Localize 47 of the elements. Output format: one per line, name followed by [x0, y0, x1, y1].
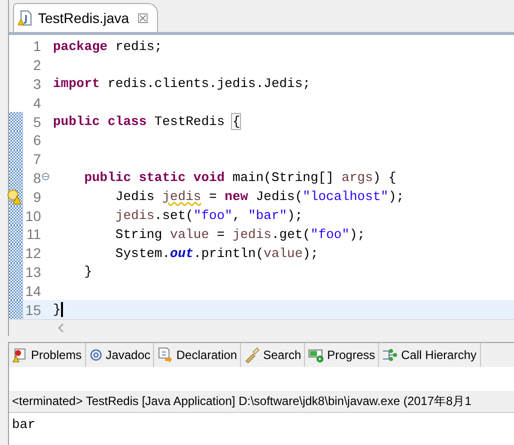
line-number: 14: [24, 282, 41, 299]
problems-icon: [12, 346, 28, 363]
code-line: System.out.println(value);: [114, 246, 318, 261]
code-line: public static void main(String[] args) {: [83, 170, 396, 186]
line-number: 8: [32, 170, 41, 186]
line-number: 10: [24, 208, 41, 224]
line-number: 9: [32, 188, 41, 205]
console-output: bar: [11, 416, 36, 434]
horizontal-scrollbar[interactable]: [9, 318, 514, 336]
change-marker: [9, 281, 23, 300]
change-marker: [9, 130, 23, 150]
code-line: jedis.set("foo", "bar");: [114, 208, 303, 224]
java-file-icon: [18, 10, 34, 26]
code-line: public class TestRedis {: [53, 114, 240, 130]
line-number: 7: [32, 151, 41, 168]
line-number: 13: [24, 264, 41, 280]
line-number: 4: [32, 94, 41, 111]
code-line: Jedis jedis = new Jedis("localhost");: [114, 189, 404, 204]
close-icon[interactable]: ☒: [137, 10, 150, 26]
code-line: import redis.clients.jedis.Jedis;: [53, 76, 310, 92]
tab-title: TestRedis.java: [38, 10, 130, 26]
change-marker: [9, 112, 23, 131]
scroll-left-icon[interactable]: [57, 322, 65, 333]
change-marker: [9, 244, 23, 263]
progress-icon: [308, 346, 324, 363]
editor-tab[interactable]: TestRedis.java ☒: [13, 3, 158, 32]
code-line: package redis;: [53, 38, 162, 54]
line-number: 12: [24, 245, 41, 262]
line-number: 11: [25, 226, 41, 242]
call-hierarchy-icon: [382, 346, 398, 363]
line-number: 6: [32, 132, 41, 148]
code-line: }: [83, 264, 92, 280]
line-number: 5: [32, 114, 41, 130]
change-marker: [9, 224, 23, 244]
change-marker: [9, 300, 23, 319]
line-number: 3: [32, 76, 41, 92]
line-number: 15: [24, 302, 41, 318]
code-line: String value = jedis.get("foo");: [114, 226, 366, 242]
at-sign-icon: [88, 348, 103, 362]
line-number: 2: [32, 57, 41, 74]
code-line: }: [53, 302, 63, 318]
flashlight-icon: [244, 346, 260, 363]
console-header: <terminated> TestRedis [Java Application] D:\software\jdk8\bin\javaw.exe (2017年8月1: [9, 390, 514, 413]
change-marker: [9, 150, 23, 169]
line-number: 1: [32, 38, 41, 54]
document-arrow-icon: [157, 346, 174, 363]
change-marker: [9, 262, 23, 282]
